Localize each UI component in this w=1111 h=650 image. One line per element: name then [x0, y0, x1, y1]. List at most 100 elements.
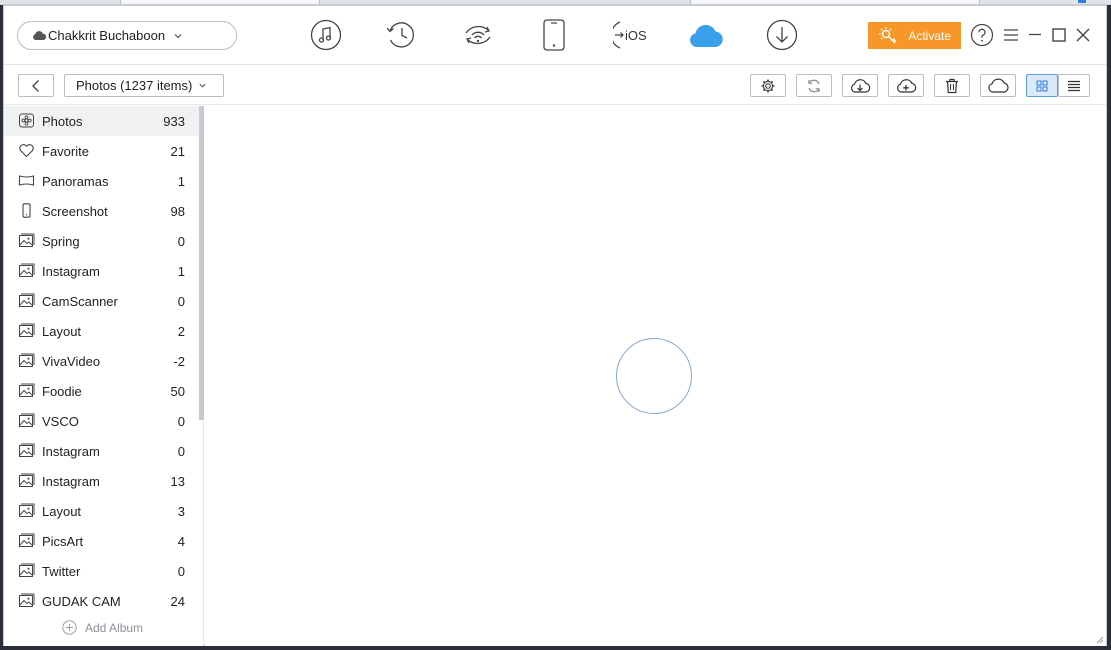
photos-icon — [19, 113, 34, 128]
resize-grip-icon[interactable] — [1095, 635, 1104, 644]
sidebar-album-item[interactable]: Panoramas 1 — [4, 166, 199, 196]
album-label: GUDAK CAM — [42, 593, 121, 609]
album-label: Favorite — [42, 143, 89, 159]
phone-icon[interactable] — [534, 17, 574, 53]
sidebar-album-item[interactable]: Photos 933 — [4, 106, 199, 136]
album-count: 21 — [170, 144, 185, 159]
menu-icon[interactable] — [999, 23, 1023, 47]
chevron-down-icon — [199, 83, 206, 88]
browser-tab[interactable] — [690, 0, 980, 4]
album-label: Instagram — [42, 473, 100, 489]
album-label: Foodie — [42, 383, 82, 399]
album-count: 0 — [177, 234, 185, 249]
icloud-icon[interactable] — [686, 17, 726, 53]
heart-icon — [19, 144, 34, 158]
screenshot-icon — [22, 203, 31, 218]
sidebar-album-item[interactable]: GUDAK CAM 24 — [4, 586, 199, 616]
album-icon — [19, 443, 35, 457]
sidebar-album-item[interactable]: Instagram 13 — [4, 466, 199, 496]
download-icon[interactable] — [762, 17, 802, 53]
delete-button[interactable] — [934, 74, 970, 97]
sidebar-album-item[interactable]: CamScanner 0 — [4, 286, 199, 316]
sidebar-album-item[interactable]: Instagram 1 — [4, 256, 199, 286]
photo-content-area — [205, 106, 1106, 646]
sidebar-scrollbar[interactable] — [199, 106, 204, 420]
browser-indicator — [1078, 0, 1086, 3]
history-icon[interactable] — [381, 17, 421, 53]
back-button[interactable] — [18, 74, 54, 97]
close-icon[interactable] — [1071, 23, 1095, 47]
album-icon — [19, 293, 35, 307]
album-dropdown[interactable]: Photos (1237 items) — [64, 74, 224, 97]
sidebar-album-item[interactable]: Twitter 0 — [4, 556, 199, 586]
device-selector[interactable]: Chakkrit Buchaboon — [17, 21, 237, 50]
album-label: VivaVideo — [42, 353, 101, 369]
album-count: 3 — [177, 504, 185, 519]
album-sidebar: Photos 933 Favorite 21 Panoramas 1 Screenshot 9… — [4, 106, 204, 646]
album-count: 0 — [177, 564, 185, 579]
ios-transfer-icon[interactable]: iOS — [611, 17, 651, 53]
album-icon — [19, 263, 35, 277]
maximize-icon[interactable] — [1047, 23, 1071, 47]
upload-button[interactable] — [888, 74, 924, 97]
cloud-icon — [988, 78, 1009, 93]
chevron-down-icon — [174, 33, 182, 38]
settings-button[interactable] — [750, 74, 786, 97]
album-count: -2 — [173, 354, 185, 369]
minimize-icon[interactable] — [1023, 23, 1047, 47]
sidebar-album-item[interactable]: PicsArt 4 — [4, 526, 199, 556]
sidebar-album-item[interactable]: VSCO 0 — [4, 406, 199, 436]
cloud-add-icon — [897, 78, 917, 93]
album-count: 933 — [163, 114, 185, 129]
panorama-icon — [18, 175, 35, 186]
album-icon — [19, 233, 35, 247]
refresh-button[interactable] — [796, 74, 832, 97]
trash-icon — [946, 78, 958, 93]
sidebar-album-item[interactable]: Layout 3 — [4, 496, 199, 526]
sidebar-album-item[interactable]: Instagram 0 — [4, 436, 199, 466]
album-label: Panoramas — [42, 173, 109, 189]
album-count: 50 — [170, 384, 185, 399]
app-window: Chakkrit Buchaboon iOS Activate Photos (… — [3, 5, 1107, 646]
album-count: 4 — [177, 534, 185, 549]
sidebar-album-item[interactable]: Layout 2 — [4, 316, 199, 346]
sidebar-album-item[interactable]: Foodie 50 — [4, 376, 199, 406]
album-label: Spring — [42, 233, 80, 249]
grid-view-button[interactable] — [1026, 74, 1058, 97]
cloud-icon — [33, 31, 46, 40]
album-count: 1 — [177, 264, 185, 279]
download-to-computer-button[interactable] — [842, 74, 878, 97]
sidebar-album-item[interactable]: Screenshot 98 — [4, 196, 199, 226]
key-icon — [879, 27, 897, 44]
album-icon — [19, 353, 35, 367]
album-label: Instagram — [42, 443, 100, 459]
album-icon — [19, 413, 35, 427]
add-album-button[interactable]: Add Album — [62, 620, 143, 635]
music-icon[interactable] — [306, 17, 346, 53]
album-count: 0 — [177, 444, 185, 459]
album-icon — [19, 383, 35, 397]
add-circle-icon — [62, 620, 77, 635]
album-count: 24 — [170, 594, 185, 609]
device-name: Chakkrit Buchaboon — [48, 28, 166, 43]
album-dropdown-label: Photos (1237 items) — [76, 78, 193, 93]
album-label: Layout — [42, 323, 82, 339]
icloud-settings-button[interactable] — [980, 74, 1016, 97]
album-label: Photos — [42, 113, 83, 129]
top-toolbar: Chakkrit Buchaboon iOS Activate — [4, 6, 1106, 65]
gear-icon — [761, 79, 775, 92]
album-count: 0 — [177, 414, 185, 429]
album-count: 0 — [177, 294, 185, 309]
sidebar-album-item[interactable]: Spring 0 — [4, 226, 199, 256]
activate-button[interactable]: Activate — [868, 22, 961, 49]
wifi-sync-icon[interactable] — [458, 17, 498, 53]
album-label: PicsArt — [42, 533, 84, 549]
browser-tab[interactable] — [120, 0, 320, 4]
refresh-icon — [808, 79, 820, 92]
list-view-button[interactable] — [1058, 74, 1090, 97]
sidebar-album-item[interactable]: Favorite 21 — [4, 136, 199, 166]
sidebar-album-item[interactable]: VivaVideo -2 — [4, 346, 199, 376]
add-album-label: Add Album — [85, 620, 144, 635]
chevron-left-icon — [32, 79, 39, 92]
help-icon[interactable] — [970, 23, 994, 47]
